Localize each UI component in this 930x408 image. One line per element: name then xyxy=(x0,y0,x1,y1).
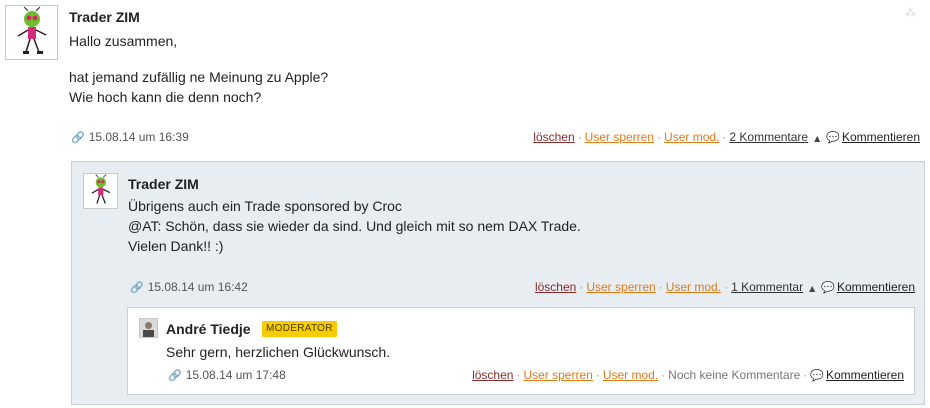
user-mod-link[interactable]: User mod. xyxy=(664,130,719,144)
separator: · xyxy=(516,368,521,382)
reply-text-line: Sehr gern, herzlichen Glückwunsch. xyxy=(166,344,391,360)
comment-link[interactable]: Kommentieren xyxy=(826,368,904,382)
reply-date-text: 15.08.14 um 16:42 xyxy=(147,280,248,294)
comment-link[interactable]: Kommentieren xyxy=(837,280,915,294)
comment-count-link[interactable]: 1 Kommentar xyxy=(731,280,803,294)
reply-actions: löschen · User sperren · User mod. · Noch kein… xyxy=(472,367,904,384)
no-comments-text: Noch keine Kommentare xyxy=(668,368,801,382)
reply-actions: löschen · User sperren · User mod. · 1 Komment… xyxy=(535,279,915,297)
avatar[interactable] xyxy=(83,173,118,209)
author-name[interactable]: Trader ZIM xyxy=(69,9,140,25)
post-text-line: Wie hoch kann die denn noch? xyxy=(69,89,262,105)
separator: · xyxy=(724,280,729,294)
corner-watermark: ⁂ xyxy=(905,6,916,19)
ban-user-link[interactable]: User sperren xyxy=(523,368,592,382)
post-date[interactable]: 🔗 15.08.14 um 16:39 xyxy=(71,129,189,146)
post-actions: löschen · User sperren · User mod. · 2 Komment… xyxy=(533,129,920,147)
speech-bubble-icon: 💬 xyxy=(826,131,840,144)
author-name[interactable]: André Tiedje xyxy=(166,321,251,337)
moderator-avatar-image xyxy=(140,319,157,337)
reply-text-line: Übrigens auch ein Trade sponsored by Cro… xyxy=(128,198,402,214)
separator: · xyxy=(657,130,662,144)
link-icon: 🔗 xyxy=(168,369,182,382)
zim-avatar-image xyxy=(84,174,117,208)
delete-link[interactable]: löschen xyxy=(472,368,513,382)
post-text-line: hat jemand zufällig ne Meinung zu Apple? xyxy=(69,69,329,85)
caret-up-icon[interactable]: ▲ xyxy=(809,284,815,293)
reply-date[interactable]: 🔗 15.08.14 um 17:48 xyxy=(168,367,286,384)
reply-box: Trader ZIM Übrigens auch ein Trade spons… xyxy=(71,161,925,405)
separator: · xyxy=(661,368,666,382)
moderator-badge: MODERATOR xyxy=(262,321,337,337)
reply-meta: 🔗 15.08.14 um 16:42 löschen · User sperren ·… xyxy=(130,279,915,295)
delete-link[interactable]: löschen xyxy=(533,130,574,144)
post-text-line: Hallo zusammen, xyxy=(69,33,178,49)
avatar[interactable] xyxy=(5,5,58,60)
reply-date-text: 15.08.14 um 17:48 xyxy=(185,368,286,382)
ban-user-link[interactable]: User sperren xyxy=(585,130,654,144)
separator: · xyxy=(722,130,727,144)
post-meta: 🔗 15.08.14 um 16:39 löschen · User sperren ·… xyxy=(71,129,920,145)
separator: · xyxy=(579,280,584,294)
nested-reply-box: André Tiedje MODERATOR Sehr gern, herzli… xyxy=(127,307,915,395)
reply-date[interactable]: 🔗 15.08.14 um 16:42 xyxy=(130,279,248,296)
post-date-text: 15.08.14 um 16:39 xyxy=(88,130,189,144)
comment-link[interactable]: Kommentieren xyxy=(842,130,920,144)
user-mod-link[interactable]: User mod. xyxy=(603,368,658,382)
reply-text-line: @AT: Schön, dass sie wieder da sind. Und… xyxy=(128,218,581,234)
link-icon: 🔗 xyxy=(71,131,85,144)
link-icon: 🔗 xyxy=(130,281,144,294)
separator: · xyxy=(803,368,808,382)
speech-bubble-icon: 💬 xyxy=(810,369,824,382)
delete-link[interactable]: löschen xyxy=(535,280,576,294)
reply-text-line: Vielen Dank!! :) xyxy=(128,238,224,254)
caret-up-icon[interactable]: ▲ xyxy=(814,134,820,143)
user-mod-link[interactable]: User mod. xyxy=(666,280,721,294)
comment-count-link[interactable]: 2 Kommentare xyxy=(729,130,808,144)
author-name[interactable]: Trader ZIM xyxy=(128,176,199,192)
ban-user-link[interactable]: User sperren xyxy=(586,280,655,294)
zim-avatar-image xyxy=(6,6,57,59)
reply-meta: 🔗 15.08.14 um 17:48 löschen · User sperren ·… xyxy=(168,367,904,383)
avatar[interactable] xyxy=(139,318,158,338)
separator: · xyxy=(595,368,600,382)
separator: · xyxy=(577,130,582,144)
speech-bubble-icon: 💬 xyxy=(821,281,835,294)
separator: · xyxy=(658,280,663,294)
